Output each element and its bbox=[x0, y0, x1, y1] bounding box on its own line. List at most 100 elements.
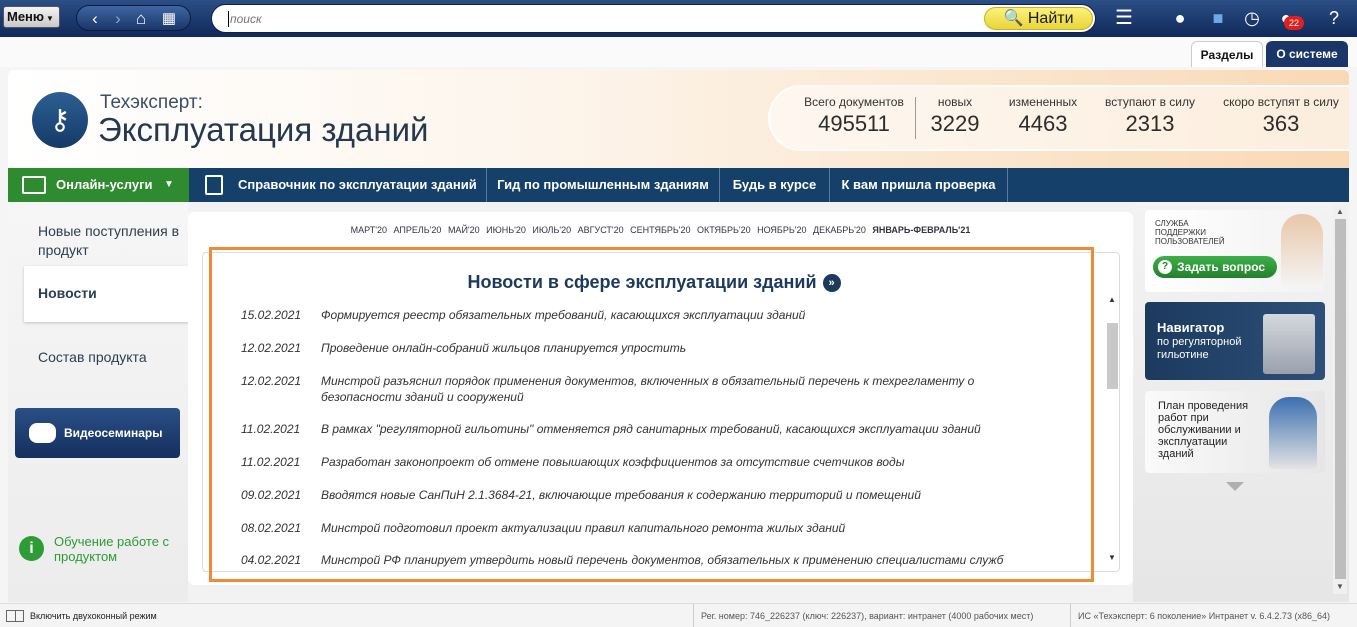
sidebar-item-product-contents[interactable]: Состав продукта bbox=[38, 348, 147, 367]
folder-icon[interactable]: ■ bbox=[1206, 6, 1230, 30]
navigator-banner[interactable]: Навигатор по регуляторной гильотине bbox=[1145, 302, 1325, 380]
news-panel: Новости в сфере эксплуатации зданий » 15.… bbox=[202, 252, 1120, 572]
news-link[interactable]: Минстрой РФ планирует утвердить новый пе… bbox=[321, 552, 1041, 568]
support-banner[interactable]: СЛУЖБА ПОДДЕРЖКИ ПОЛЬЗОВАТЕЛЕЙ ? Задать в… bbox=[1145, 210, 1325, 292]
scroll-up-icon[interactable]: ▲ bbox=[1333, 205, 1347, 219]
news-link[interactable]: Проведение онлайн-собраний жильцов плани… bbox=[321, 340, 1041, 356]
system-version-info: ИС «Техэксперт: 6 поколение» Интранет v.… bbox=[1070, 604, 1330, 627]
month-link[interactable]: ОКТЯБРЬ'20 bbox=[697, 225, 751, 235]
news-date: 08.02.2021 bbox=[241, 521, 302, 535]
month-link[interactable]: СЕНТЯБРЬ'20 bbox=[630, 225, 690, 235]
news-date: 11.02.2021 bbox=[241, 422, 301, 436]
double-chevron-right-icon[interactable]: » bbox=[822, 274, 841, 292]
user-profile-icon[interactable]: ● bbox=[1168, 6, 1192, 30]
home-icon[interactable]: ⌂ bbox=[129, 6, 153, 32]
find-button-label: Найти bbox=[1027, 10, 1074, 27]
news-date: 12.02.2021 bbox=[241, 374, 302, 388]
help-icon[interactable]: ? bbox=[1322, 6, 1346, 30]
monitor-icon bbox=[22, 176, 46, 194]
find-button[interactable]: 🔍 Найти bbox=[984, 7, 1093, 30]
stat-effective[interactable]: вступают в силу 2313 bbox=[1100, 95, 1200, 137]
top-toolbar: Меню▼ ‹ › ⌂ ▦ 🔍 Найти ☰ ● ■ ◷ ● 22 ? bbox=[0, 0, 1357, 37]
hamburger-menu-icon[interactable]: ☰ bbox=[1112, 6, 1136, 30]
dual-window-toggle[interactable]: Включить двухоконный режим bbox=[30, 604, 157, 627]
scroll-up-icon[interactable]: ▲ bbox=[1105, 293, 1119, 307]
month-link[interactable]: НОЯБРЬ'20 bbox=[757, 225, 806, 235]
news-date: 09.02.2021 bbox=[241, 488, 302, 502]
stat-value: 495511 bbox=[818, 111, 890, 136]
scrollbar-thumb[interactable] bbox=[1107, 323, 1118, 389]
right-sidebar: СЛУЖБА ПОДДЕРЖКИ ПОЛЬЗОВАТЕЛЕЙ ? Задать в… bbox=[1133, 202, 1349, 602]
month-link[interactable]: ДЕКАБРЬ'20 bbox=[813, 225, 866, 235]
nav-proverka[interactable]: К вам пришла проверка bbox=[830, 168, 1008, 202]
month-link[interactable]: АПРЕЛЬ'20 bbox=[394, 225, 442, 235]
news-link[interactable]: Формируется реестр обязательных требован… bbox=[321, 307, 1041, 323]
month-link[interactable]: МАЙ'20 bbox=[448, 225, 480, 235]
dual-window-icon[interactable] bbox=[6, 610, 24, 622]
key-icon: ⚷ bbox=[49, 104, 71, 135]
stat-upcoming[interactable]: скоро вступят в силу 363 bbox=[1218, 95, 1344, 137]
grid-icon[interactable]: ▦ bbox=[157, 6, 181, 32]
scrollbar-thumb[interactable] bbox=[1335, 219, 1346, 579]
news-date: 04.02.2021 bbox=[241, 553, 302, 567]
video-seminars-button[interactable]: Видеосеминары bbox=[15, 408, 180, 458]
chevron-down-icon: ▼ bbox=[164, 179, 174, 190]
tab-razdely[interactable]: Разделы bbox=[1191, 41, 1263, 67]
month-link[interactable]: МАРТ'20 bbox=[351, 225, 387, 235]
search-input[interactable] bbox=[230, 10, 970, 28]
scroll-down-icon[interactable]: ▼ bbox=[1105, 551, 1119, 565]
nav-spravochnik[interactable]: Справочник по эксплуатации зданий bbox=[190, 168, 487, 202]
search-box: 🔍 Найти bbox=[211, 4, 1096, 33]
month-filter: МАРТ'20 АПРЕЛЬ'20 МАЙ'20 ИЮНЬ'20 ИЮЛЬ'20… bbox=[188, 225, 1133, 235]
news-date: 12.02.2021 bbox=[241, 341, 302, 355]
book-icon bbox=[205, 175, 223, 195]
navigation-pill: ‹ › ⌂ ▦ bbox=[76, 5, 191, 31]
news-link[interactable]: Минстрой разъяснил порядок применения до… bbox=[321, 373, 1041, 405]
tab-o-sisteme[interactable]: О системе bbox=[1266, 41, 1348, 67]
nav-online-label: Онлайн-услуги bbox=[56, 177, 153, 192]
shredder-image bbox=[1263, 314, 1315, 374]
month-link[interactable]: ИЮЛЬ'20 bbox=[532, 225, 571, 235]
navigator-banner-subtitle: по регуляторной гильотине bbox=[1157, 336, 1242, 361]
news-title-text: Новости в сфере эксплуатации зданий bbox=[467, 272, 817, 292]
menu-button[interactable]: Меню ▼ bbox=[3, 6, 60, 28]
banners-down-arrow-icon[interactable] bbox=[1226, 482, 1244, 491]
nav-gid[interactable]: Гид по промышленным зданиям bbox=[487, 168, 720, 202]
page-scrollbar[interactable]: ▲ ▼ bbox=[1333, 205, 1347, 594]
stat-total[interactable]: Всего документов 495511 bbox=[800, 95, 908, 137]
month-link[interactable]: АВГУСТ'20 bbox=[578, 225, 624, 235]
ask-question-button[interactable]: ? Задать вопрос bbox=[1153, 256, 1277, 278]
nav-online-services[interactable]: Онлайн-услуги ▼ bbox=[8, 168, 189, 202]
stat-changed[interactable]: измененных 4463 bbox=[1003, 95, 1083, 137]
sidebar-item-new-arrivals[interactable]: Новые поступления в продукт bbox=[38, 222, 188, 260]
info-icon: i bbox=[19, 536, 44, 561]
stat-new[interactable]: новых 3229 bbox=[925, 95, 985, 137]
back-arrow-icon[interactable]: ‹ bbox=[83, 6, 107, 32]
question-icon: ? bbox=[1158, 260, 1172, 274]
scroll-down-icon[interactable]: ▼ bbox=[1333, 580, 1347, 594]
stat-label: измененных bbox=[1008, 95, 1078, 109]
divider bbox=[915, 97, 916, 139]
plan-banner[interactable]: План проведения работ при обслуживании и… bbox=[1145, 391, 1325, 473]
sidebar-item-news[interactable]: Новости bbox=[24, 266, 196, 322]
menu-button-label: Меню bbox=[7, 9, 45, 24]
nav-bud-v-kurse[interactable]: Будь в курсе bbox=[720, 168, 830, 202]
forward-arrow-icon[interactable]: › bbox=[106, 6, 130, 32]
training-link[interactable]: i Обучение работе с продуктом bbox=[16, 534, 186, 570]
news-link[interactable]: В рамках "регуляторной гильотины" отменя… bbox=[321, 421, 1041, 437]
news-link[interactable]: Вводятся новые СанПиН 2.1.3684-21, включ… bbox=[321, 487, 1041, 503]
month-link-active[interactable]: ЯНВАРЬ-ФЕВРАЛЬ'21 bbox=[872, 225, 970, 235]
worker-image bbox=[1269, 397, 1317, 469]
clock-icon[interactable]: ◷ bbox=[1240, 6, 1264, 30]
ask-question-label: Задать вопрос bbox=[1177, 260, 1266, 274]
support-agent-image bbox=[1281, 214, 1323, 288]
news-link[interactable]: Разработан законопроект об отмене повыша… bbox=[321, 454, 1041, 470]
month-link[interactable]: ИЮНЬ'20 bbox=[486, 225, 526, 235]
nav-spravochnik-label: Справочник по эксплуатации зданий bbox=[238, 177, 477, 192]
news-link[interactable]: Минстрой подготовил проект актуализации … bbox=[321, 520, 1041, 536]
news-scrollbar[interactable]: ▲ ▼ bbox=[1105, 293, 1119, 565]
news-title: Новости в сфере эксплуатации зданий » bbox=[203, 272, 1105, 293]
product-logo: ⚷ bbox=[32, 92, 88, 148]
stat-value: 363 bbox=[1262, 111, 1300, 136]
stat-label: Всего документов bbox=[804, 95, 904, 109]
